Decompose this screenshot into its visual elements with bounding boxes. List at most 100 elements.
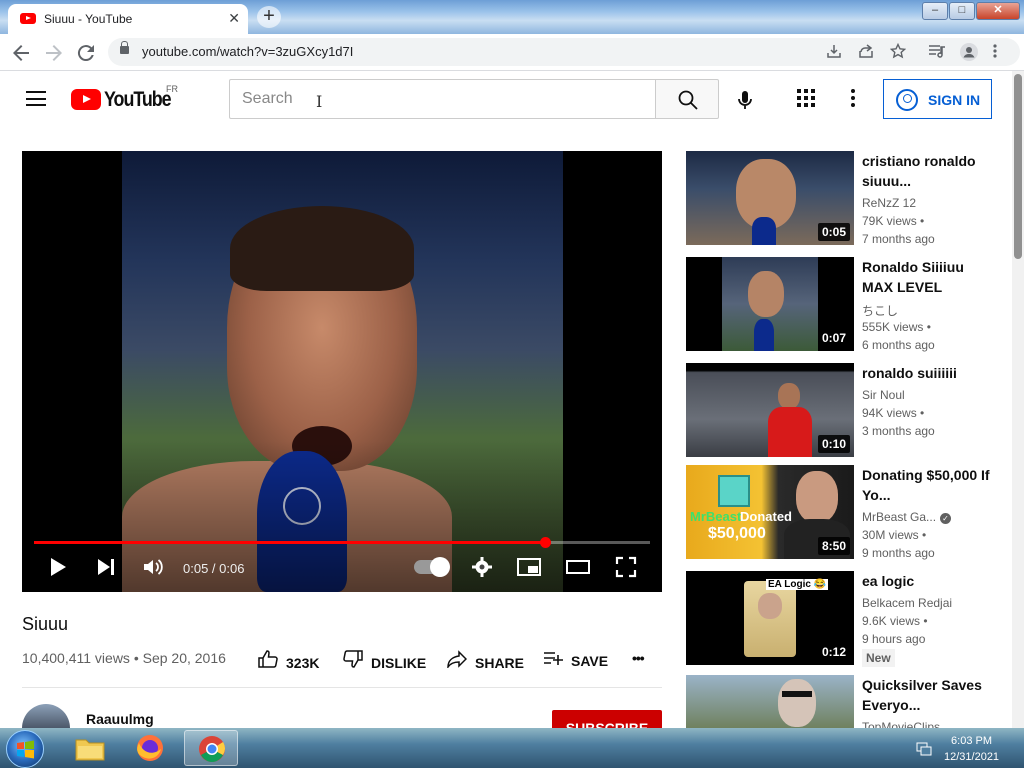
thumbnail-text: Donated	[740, 509, 792, 524]
video-title[interactable]: ronaldo suiiiiii	[862, 363, 992, 383]
microphone-icon[interactable]	[733, 88, 757, 112]
recommended-video[interactable]: 0:07 Ronaldo Siiiiuu MAX LEVEL ちこし 555K …	[686, 257, 1006, 352]
search-input[interactable]: Search	[229, 79, 656, 119]
channel-name[interactable]: ReNzZ 12	[862, 196, 916, 210]
media-controls-icon[interactable]	[928, 43, 946, 62]
next-video-icon[interactable]	[96, 555, 116, 584]
channel-name[interactable]: Belkacem Redjai	[862, 596, 952, 610]
window-close-button[interactable]: ✕	[976, 2, 1020, 20]
share-button[interactable]: SHARE	[447, 650, 524, 671]
recommended-video[interactable]: Quicksilver Saves Everyo... TopMovieClip…	[686, 675, 1006, 728]
new-badge: New	[862, 649, 895, 667]
search-button[interactable]	[655, 79, 719, 119]
dislike-label: DISLIKE	[371, 655, 427, 671]
video-title[interactable]: cristiano ronaldo siuuu...	[862, 151, 992, 191]
video-player[interactable]: 0:05 / 0:06	[22, 151, 662, 592]
recommended-video[interactable]: 0:10 ronaldo suiiiiii Sir Noul 94K views…	[686, 363, 1006, 458]
youtube-logo-text: YouTube	[104, 88, 172, 111]
channel-name[interactable]: Sir Noul	[862, 388, 905, 402]
channel-name-text: MrBeast Ga...	[862, 510, 937, 524]
recommended-video[interactable]: MrBeast Donated $50,000 8:50 Donating $5…	[686, 465, 1006, 560]
maximize-button[interactable]: □	[949, 2, 975, 20]
video-duration: 0:12	[817, 643, 850, 661]
file-explorer-taskbar-button[interactable]	[62, 730, 116, 766]
upload-age: 3 months ago	[862, 424, 935, 438]
settings-more-icon[interactable]	[851, 89, 857, 109]
browser-toolbar: youtube.com/watch?v=3zuGXcy1d7I	[0, 34, 1024, 71]
scrollbar-thumb[interactable]	[1014, 74, 1022, 259]
video-thumbnail[interactable]	[686, 675, 854, 728]
upload-age: 7 months ago	[862, 232, 935, 246]
fullscreen-icon[interactable]	[614, 555, 638, 584]
page-scrollbar[interactable]	[1012, 71, 1024, 728]
windows-logo-icon	[17, 740, 34, 759]
youtube-header: YouTube FR Search SIGN IN	[0, 71, 1012, 127]
video-person-hair	[230, 206, 414, 291]
verified-check-icon: ✓	[940, 513, 952, 524]
bookmark-star-icon[interactable]	[889, 42, 907, 62]
address-bar[interactable]: youtube.com/watch?v=3zuGXcy1d7I	[108, 38, 1020, 66]
profile-avatar-icon[interactable]	[960, 43, 978, 64]
network-icon[interactable]	[916, 740, 932, 761]
video-thumbnail[interactable]: 0:07	[686, 257, 854, 351]
clock-date: 12/31/2021	[944, 751, 1000, 763]
video-title[interactable]: Ronaldo Siiiiuu MAX LEVEL	[862, 257, 992, 297]
url-text[interactable]: youtube.com/watch?v=3zuGXcy1d7I	[142, 44, 353, 59]
country-code: FR	[166, 84, 178, 94]
install-app-icon[interactable]	[826, 43, 842, 62]
dislike-button[interactable]: DISLIKE	[343, 650, 426, 671]
video-title[interactable]: Quicksilver Saves Everyo...	[862, 675, 992, 715]
volume-icon[interactable]	[142, 555, 164, 584]
channel-name[interactable]: Raauulmg	[86, 711, 154, 727]
like-button[interactable]: 323K	[258, 650, 319, 671]
settings-gear-icon[interactable]	[470, 555, 494, 584]
hamburger-menu-icon[interactable]	[26, 91, 46, 106]
folder-icon	[75, 739, 105, 761]
youtube-play-logo-icon	[71, 89, 101, 110]
share-icon[interactable]	[858, 43, 874, 62]
view-count: 9.6K views •	[862, 614, 928, 628]
back-arrow-icon[interactable]	[9, 41, 33, 65]
save-button[interactable]: SAVE	[543, 650, 608, 669]
minimize-button[interactable]: –	[922, 2, 948, 20]
video-title[interactable]: Donating $50,000 If Yo...	[862, 465, 992, 505]
lock-icon[interactable]	[120, 41, 129, 54]
share-label: SHARE	[475, 655, 525, 671]
sign-in-button[interactable]: SIGN IN	[883, 79, 992, 119]
chrome-taskbar-button[interactable]	[184, 730, 238, 766]
browser-tab-strip: Siuuu - YouTube ✕ + – □ ✕	[0, 0, 1024, 34]
apps-grid-icon[interactable]	[797, 89, 817, 109]
video-thumbnail[interactable]: 0:10	[686, 363, 854, 457]
theater-mode-icon[interactable]	[565, 555, 591, 584]
video-thumbnail[interactable]: EA Logic 😂 0:12	[686, 571, 854, 665]
upload-age: 6 months ago	[862, 338, 935, 352]
save-label: SAVE	[571, 653, 609, 669]
chrome-menu-icon[interactable]	[992, 43, 998, 62]
channel-name[interactable]: ちこし	[862, 302, 898, 319]
channel-name[interactable]: TopMovieClips	[862, 720, 940, 728]
close-tab-icon[interactable]: ✕	[228, 10, 240, 27]
recommended-video[interactable]: EA Logic 😂 0:12 ea logic Belkacem Redjai…	[686, 571, 1006, 667]
miniplayer-icon[interactable]	[516, 555, 542, 584]
recommended-video[interactable]: 0:05 cristiano ronaldo siuuu... ReNzZ 12…	[686, 151, 1006, 246]
start-button[interactable]	[6, 730, 44, 768]
progress-bar[interactable]	[34, 537, 650, 548]
autoplay-toggle[interactable]	[414, 557, 450, 577]
video-duration: 0:07	[817, 329, 850, 347]
video-title[interactable]: ea logic	[862, 571, 992, 591]
channel-name[interactable]: MrBeast Ga... ✓	[862, 510, 952, 524]
play-icon[interactable]	[48, 555, 68, 584]
text-cursor-icon: I	[316, 92, 323, 111]
system-clock[interactable]: 6:03 PM 12/31/2021	[944, 733, 999, 765]
forward-arrow-icon[interactable]	[42, 41, 66, 65]
firefox-taskbar-button[interactable]	[124, 730, 178, 766]
view-count: 79K views •	[862, 214, 925, 228]
browser-tab[interactable]: Siuuu - YouTube ✕	[8, 4, 248, 34]
video-duration: 0:10	[817, 435, 850, 453]
video-thumbnail[interactable]: MrBeast Donated $50,000 8:50	[686, 465, 854, 559]
video-thumbnail[interactable]: 0:05	[686, 151, 854, 245]
new-tab-button[interactable]: +	[257, 6, 281, 28]
reload-icon[interactable]	[74, 41, 98, 65]
thumbnail-text: MrBeast	[690, 509, 742, 524]
more-actions-button[interactable]: •••	[632, 650, 645, 666]
